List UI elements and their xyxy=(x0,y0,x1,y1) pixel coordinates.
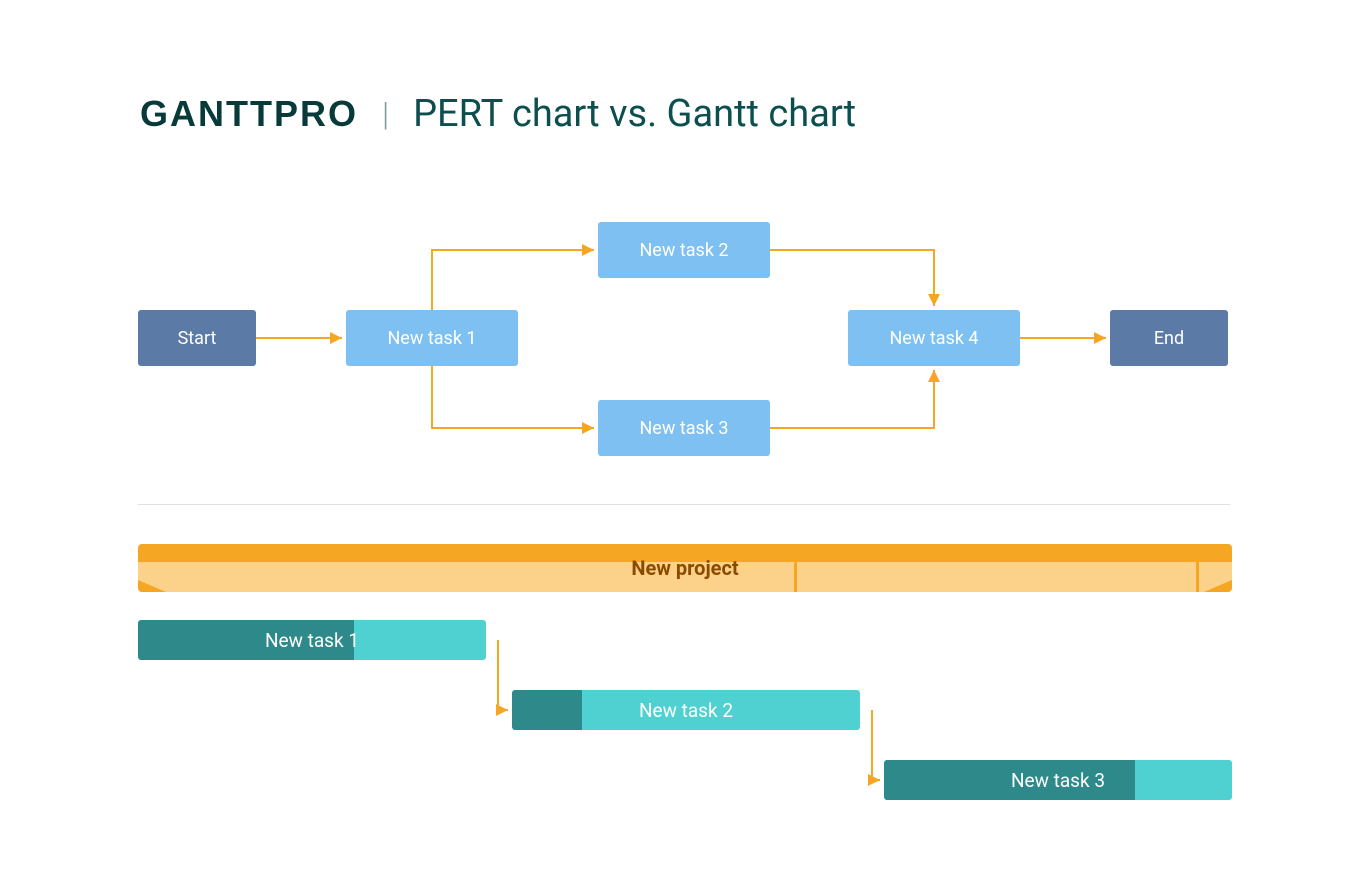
gantt-project-label: New project xyxy=(631,556,738,580)
gantt-bar-task1: New task 1 xyxy=(138,620,486,660)
gantt-project-bar: New project xyxy=(138,544,1232,592)
page-title: PERT chart vs. Gantt chart xyxy=(413,92,856,136)
gantt-bar-task3: New task 3 xyxy=(884,760,1232,800)
pert-node-task2: New task 2 xyxy=(598,222,770,278)
pert-chart: Start New task 1 New task 2 New task 3 N… xyxy=(138,200,1232,480)
pert-node-task1: New task 1 xyxy=(346,310,518,366)
section-divider xyxy=(138,504,1230,505)
gantt-bar-task2: New task 2 xyxy=(512,690,860,730)
header-divider: | xyxy=(382,95,389,133)
gantt-chart: New project New task 1 New task 2 xyxy=(138,544,1232,860)
gantt-bar-task2-label: New task 2 xyxy=(512,699,860,722)
pert-node-task4: New task 4 xyxy=(848,310,1020,366)
pert-node-task3: New task 3 xyxy=(598,400,770,456)
page-header: GANTTPRO | PERT chart vs. Gantt chart xyxy=(140,92,856,136)
gantt-bars: New task 1 New task 2 New task 3 xyxy=(138,620,1232,860)
pert-node-start: Start xyxy=(138,310,256,366)
pert-node-end: End xyxy=(1110,310,1228,366)
brand-logo: GANTTPRO xyxy=(140,93,358,135)
gantt-bar-task1-label: New task 1 xyxy=(138,629,486,652)
gantt-bar-task3-label: New task 3 xyxy=(884,769,1232,792)
